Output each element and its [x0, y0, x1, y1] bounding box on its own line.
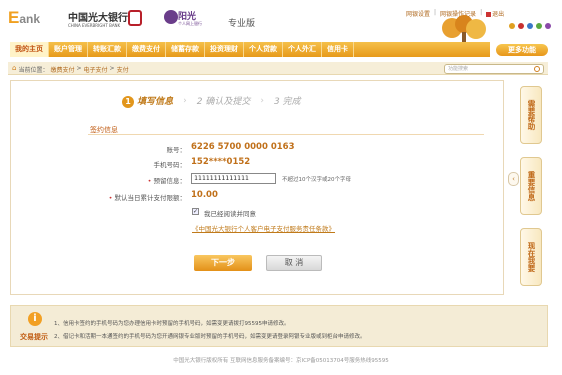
edition-label: 专业版	[228, 19, 256, 29]
divider	[88, 134, 484, 135]
bank-emblem-icon	[128, 10, 142, 26]
next-step-button[interactable]: 下一步	[194, 255, 252, 271]
agree-checkbox[interactable]: ✓	[192, 208, 199, 215]
nav-transfer[interactable]: 转账汇款	[88, 42, 127, 57]
breadcrumb-prefix: 当前位置：	[18, 67, 49, 74]
divider: |	[434, 9, 437, 16]
i-want-now-tab[interactable]: 现在我要	[520, 228, 542, 286]
tips-title: 交易提示	[20, 333, 48, 341]
info-icon: i	[28, 312, 42, 326]
payment-limit-value: 10.00	[191, 190, 218, 200]
step-1-label: 填写信息	[137, 97, 174, 107]
theme-switcher	[509, 23, 551, 29]
step-2-label: 2 确认及提交	[196, 97, 251, 108]
need-help-tab[interactable]: 需要帮助	[520, 86, 542, 144]
theme-orange-icon[interactable]	[509, 23, 515, 29]
theme-red-icon[interactable]	[518, 23, 524, 29]
function-search-input[interactable]: 功能搜索	[444, 64, 544, 74]
step-3-label: 3 完成	[273, 97, 301, 108]
nav-accounts[interactable]: 账户管理	[49, 42, 88, 57]
bank-name-cn: 中国光大银行	[68, 13, 128, 24]
breadcrumb-sep: >	[76, 65, 82, 72]
breadcrumb-item[interactable]: 缴费支付	[50, 65, 74, 74]
account-label: 账号：	[166, 146, 187, 154]
step-1: 1 填写信息	[122, 94, 173, 108]
breadcrumb-sep: >	[109, 65, 115, 72]
important-info-tab[interactable]: 重要信息	[520, 157, 542, 215]
search-placeholder: 功能搜索	[448, 66, 469, 72]
cancel-button[interactable]: 取 消	[266, 255, 322, 271]
nav-deposit[interactable]: 储蓄存款	[166, 42, 205, 57]
reserved-info-label-text: 预留信息：	[153, 177, 187, 185]
required-mark: •	[147, 177, 152, 185]
ebank-logo: Eank	[8, 8, 41, 27]
step-indicator: 1 填写信息 › 2 确认及提交 › 3 完成	[122, 94, 301, 108]
home-icon: ⌂	[12, 64, 17, 72]
nav-loan[interactable]: 个人贷款	[244, 42, 283, 57]
tip-line: 1、信用卡签约的手机号码为您办理信用卡时预留的手机号码，如需变更请拨打95595…	[54, 321, 290, 327]
main-panel	[10, 80, 504, 295]
nav-forex[interactable]: 个人外汇	[283, 42, 322, 57]
breadcrumb-item[interactable]: 支付	[117, 65, 129, 74]
chevron-right-icon: ›	[183, 95, 187, 106]
reserved-info-label: • 预留信息：	[66, 175, 186, 185]
nav-home[interactable]: 我的主页	[10, 42, 49, 57]
required-mark: •	[108, 194, 113, 202]
search-icon[interactable]	[534, 66, 540, 72]
sunshine-logo-icon	[164, 10, 178, 24]
right-sidebar: 需要帮助 重要信息 现在我要	[520, 86, 546, 299]
reserved-info-hint: 不超过10个汉字或20个字母	[282, 177, 351, 183]
theme-blue-icon[interactable]	[527, 23, 533, 29]
brand-subtitle: 个人网上银行	[178, 21, 202, 26]
phone-label: 手机号码：	[153, 161, 187, 169]
footer: 中国光大银行版权所有 互联网信息服务备案编号：京ICP备05013704号服务热…	[173, 358, 389, 364]
bank-name-en: CHINA EVERBRIGHT BANK	[68, 23, 121, 28]
payment-limit-label: • 默认当日累计支付限额：	[66, 192, 186, 202]
reserved-info-input[interactable]: 11111111111111	[191, 173, 276, 184]
account-value: 6226 5700 0000 0163	[191, 142, 295, 152]
step-1-number: 1	[122, 95, 134, 108]
nav-investment[interactable]: 投资理财	[205, 42, 244, 57]
agree-label: 我已经阅读并同意	[204, 210, 256, 218]
chevron-right-icon: ›	[260, 95, 264, 106]
tip-line: 2、借记卡和活期一本通签约的手机号码为您开通网银专业版时预留的手机号码，如需变更…	[54, 334, 366, 340]
breadcrumb: ⌂ 当前位置： 缴费支付 > 电子支付 > 支付	[12, 64, 129, 75]
theme-purple-icon[interactable]	[545, 23, 551, 29]
breadcrumb-item[interactable]: 电子支付	[84, 65, 108, 74]
theme-green-icon[interactable]	[536, 23, 542, 29]
more-functions-button[interactable]: 更多功能	[496, 44, 548, 56]
nav-credit-card[interactable]: 信用卡	[322, 42, 354, 57]
payment-limit-label-text: 默认当日累计支付限额：	[114, 194, 187, 202]
nav-payment[interactable]: 缴费支付	[127, 42, 166, 57]
terms-link[interactable]: 《中国光大银行个人客户电子支付服务责任条款》	[192, 223, 335, 233]
main-nav: 我的主页 账户管理 转账汇款 缴费支付 储蓄存款 投资理财 个人贷款 个人外汇 …	[10, 42, 490, 57]
phone-value: 152****0152	[191, 157, 251, 167]
collapse-sidebar-icon[interactable]: ‹	[508, 172, 519, 186]
settings-link[interactable]: 网银设置	[406, 9, 430, 18]
